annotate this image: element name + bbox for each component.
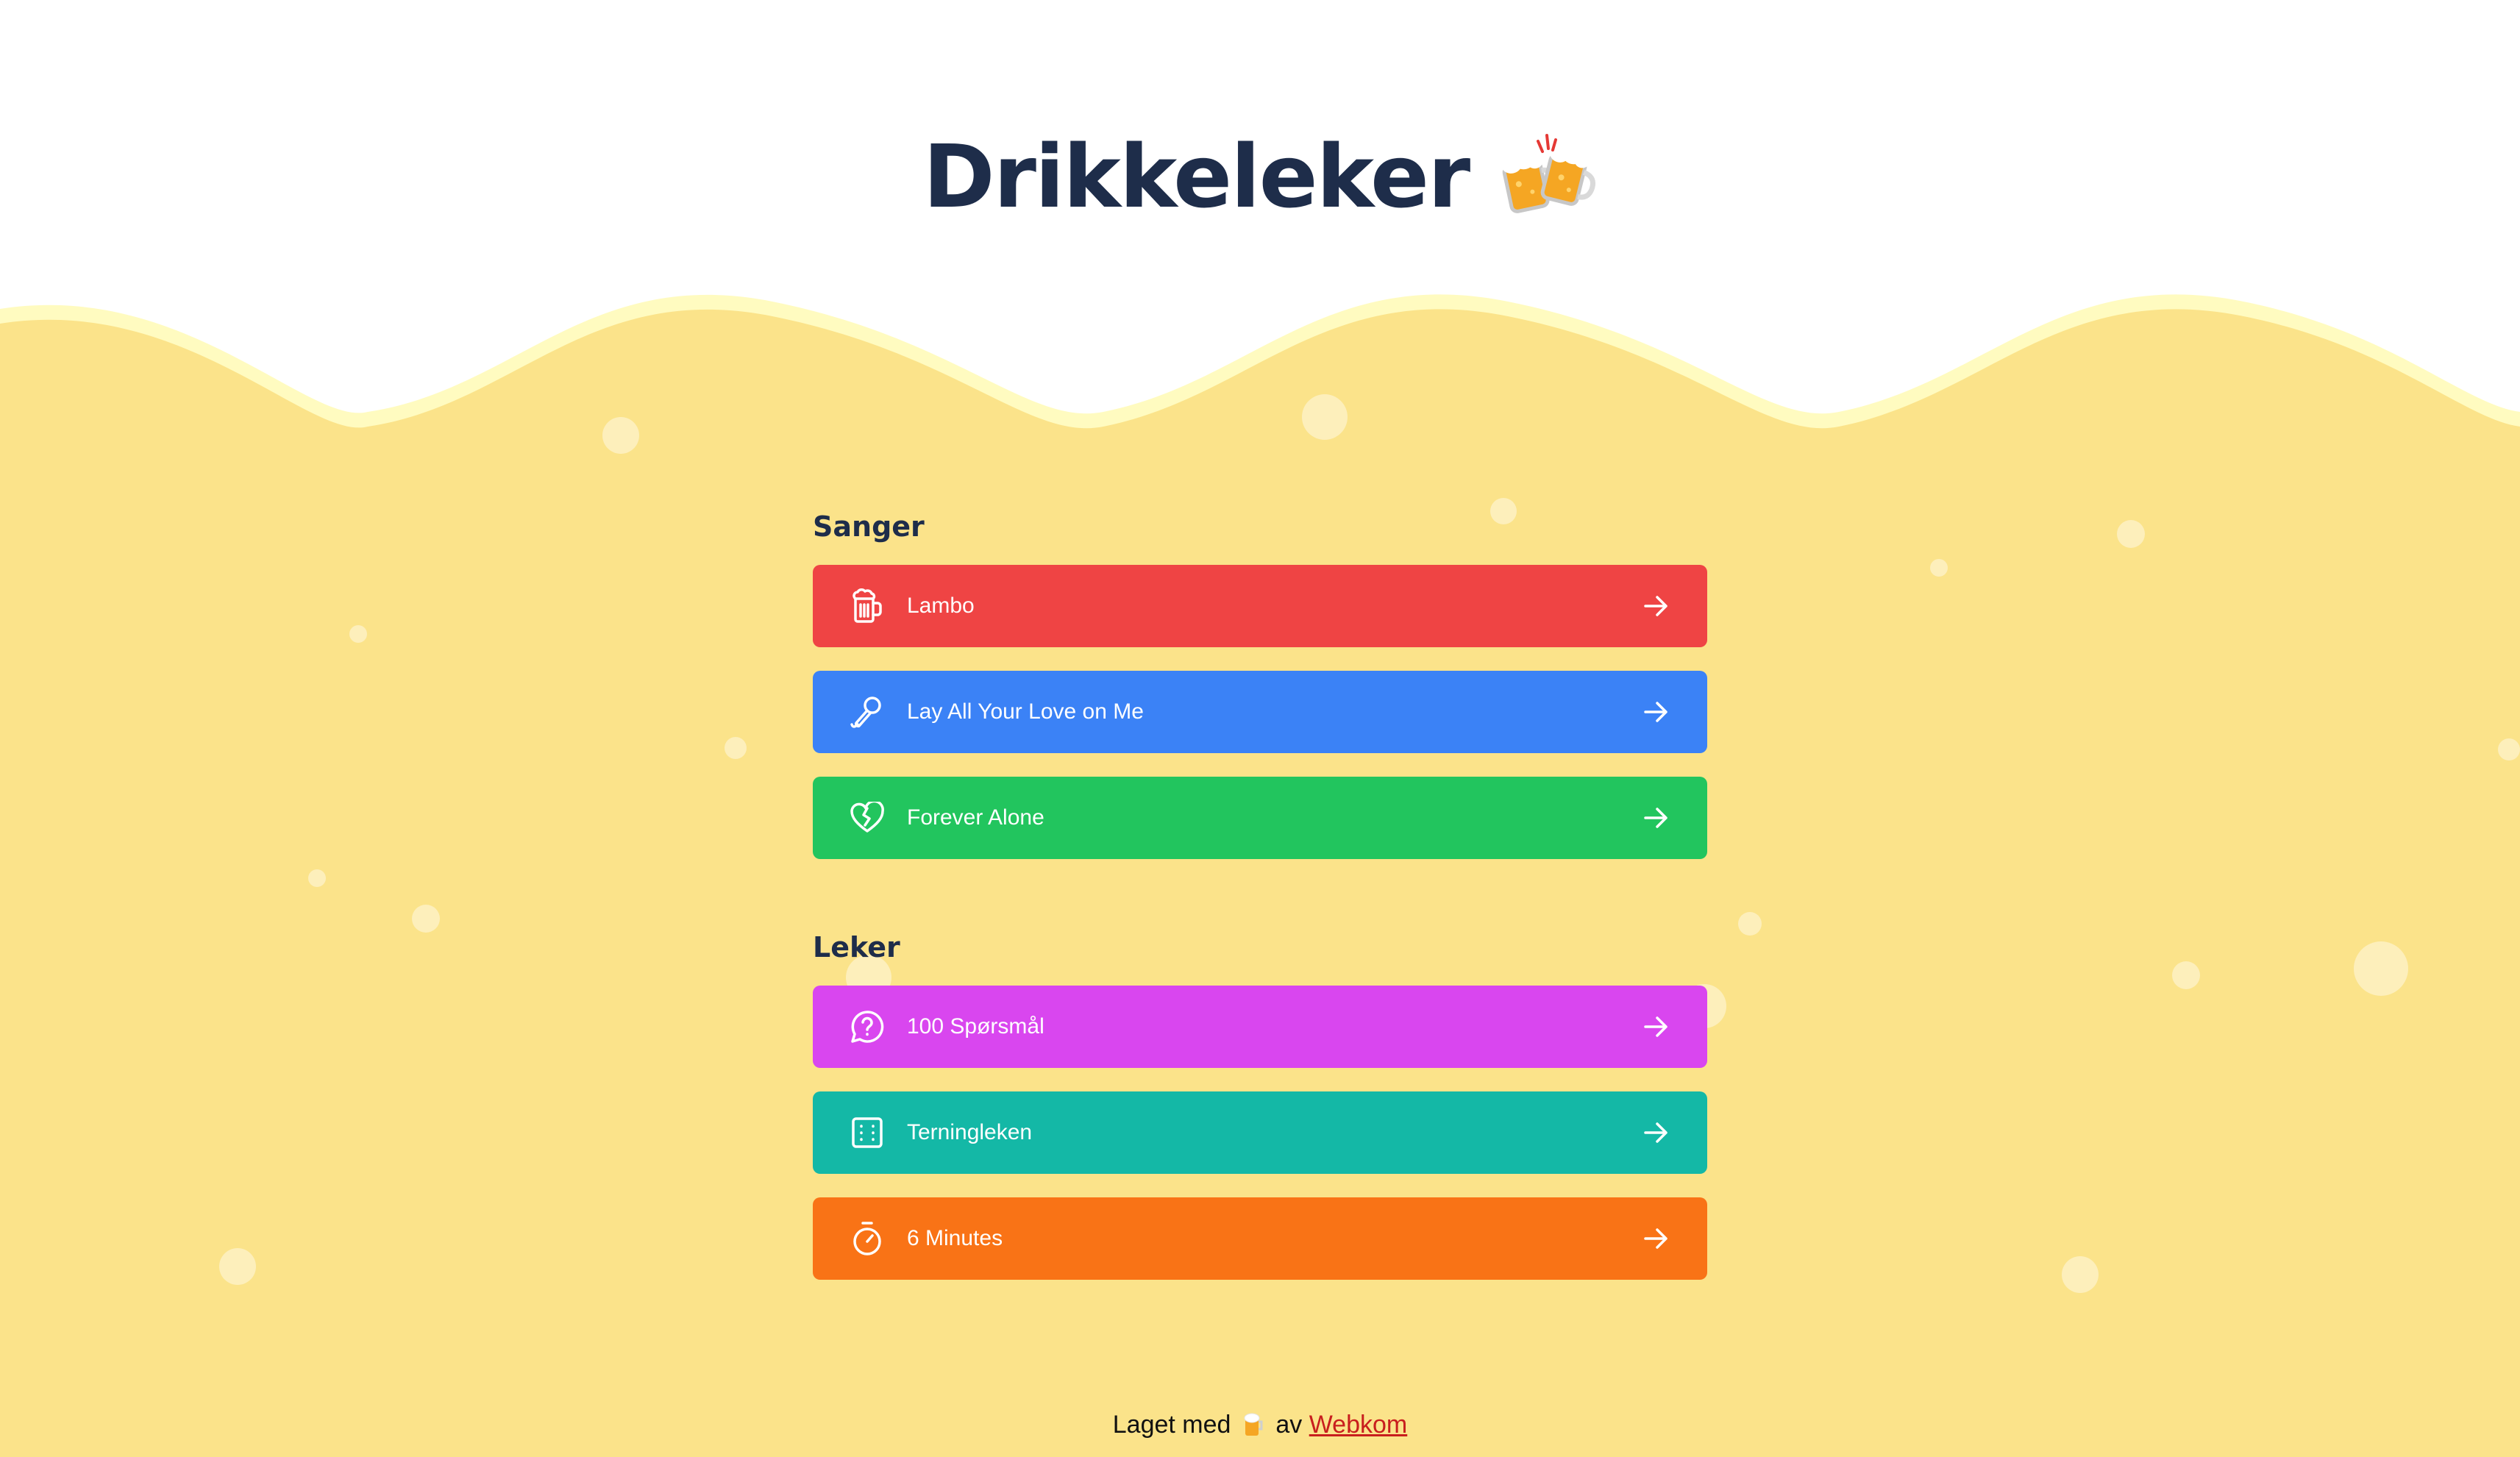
bubble bbox=[1302, 394, 1348, 440]
dice-icon bbox=[848, 1114, 886, 1152]
arrow-right-icon bbox=[1644, 1122, 1667, 1143]
list-item-6-minutes[interactable]: 6 Minutes bbox=[813, 1197, 1707, 1280]
list-item-label: Lambo bbox=[907, 594, 975, 618]
list-item-lay-all-your-love-on-me[interactable]: Lay All Your Love on Me bbox=[813, 671, 1707, 753]
beer-icon bbox=[1244, 1413, 1263, 1436]
footer-prefix: Laget med bbox=[1112, 1411, 1231, 1439]
bubble bbox=[602, 417, 639, 454]
list-item-100-sporsmal[interactable]: 100 Spørsmål bbox=[813, 986, 1707, 1068]
clinking-beer-mugs-icon bbox=[1501, 134, 1596, 213]
list-item-label: Forever Alone bbox=[907, 805, 1044, 830]
arrow-right-icon bbox=[1644, 702, 1667, 722]
microphone-icon bbox=[848, 693, 886, 731]
arrow-right-icon bbox=[1644, 808, 1667, 828]
bubble bbox=[219, 1248, 256, 1285]
footer-middle: av bbox=[1275, 1411, 1303, 1439]
list-item-label: Lay All Your Love on Me bbox=[907, 699, 1144, 724]
bubble bbox=[2172, 961, 2200, 989]
list-item-label: Terningleken bbox=[907, 1120, 1033, 1144]
arrow-right-icon bbox=[1644, 596, 1667, 616]
section-title-leker: Leker bbox=[813, 931, 900, 963]
bubble bbox=[1930, 559, 1948, 577]
bubble bbox=[349, 625, 367, 643]
game-list: Sanger Lambo Lay All Your Love on Me For… bbox=[813, 507, 1707, 1303]
bubble bbox=[2354, 941, 2408, 996]
question-bubble-icon bbox=[848, 1008, 886, 1046]
bubble bbox=[2498, 738, 2520, 760]
list-item-label: 6 Minutes bbox=[907, 1226, 1003, 1250]
arrow-right-icon bbox=[1644, 1228, 1667, 1249]
list-item-forever-alone[interactable]: Forever Alone bbox=[813, 777, 1707, 859]
bubble bbox=[2062, 1256, 2099, 1293]
page-title-row: Drikkeleker bbox=[923, 118, 1597, 235]
header: Drikkeleker bbox=[0, 118, 2520, 235]
arrow-right-icon bbox=[1644, 1016, 1667, 1037]
footer: Laget med av Webkom bbox=[0, 1411, 2520, 1439]
section-title-sanger: Sanger bbox=[813, 510, 925, 543]
page: Drikkeleker Sanger Lambo Lay All Your Lo… bbox=[0, 0, 2520, 1457]
bubble bbox=[725, 737, 747, 759]
bubble bbox=[412, 905, 440, 933]
bubble bbox=[308, 869, 326, 887]
bubble bbox=[2117, 520, 2145, 548]
broken-heart-icon bbox=[848, 799, 886, 837]
list-item-lambo[interactable]: Lambo bbox=[813, 565, 1707, 647]
bubble bbox=[1738, 912, 1762, 936]
beer-mug-icon bbox=[848, 587, 886, 625]
list-item-label: 100 Spørsmål bbox=[907, 1014, 1044, 1039]
list-item-terningleken[interactable]: Terningleken bbox=[813, 1091, 1707, 1174]
webkom-link[interactable]: Webkom bbox=[1309, 1411, 1408, 1439]
page-title: Drikkeleker bbox=[922, 126, 1470, 227]
stopwatch-icon bbox=[848, 1219, 886, 1258]
